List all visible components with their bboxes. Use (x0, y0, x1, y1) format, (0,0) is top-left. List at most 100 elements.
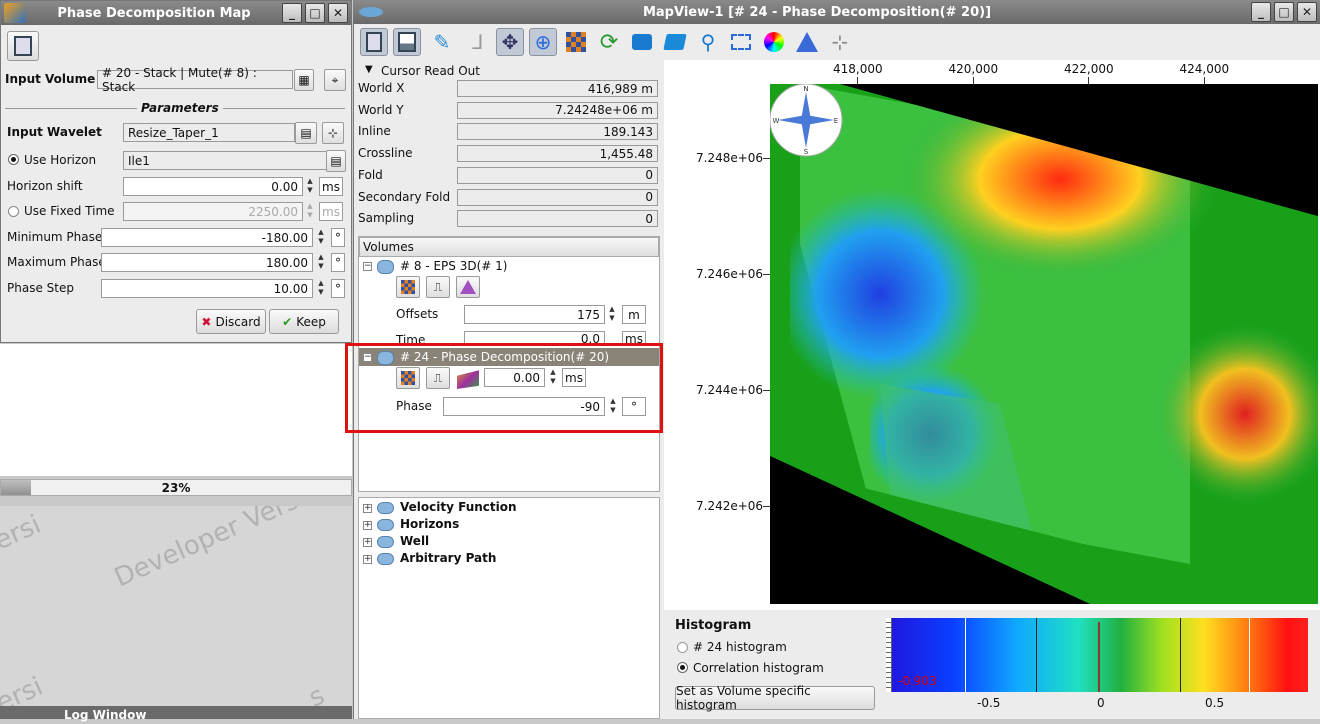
fixed-time-spinner[interactable]: ▲ ▼ (304, 202, 316, 221)
fixed-time-input[interactable]: 2250.00 (123, 202, 303, 221)
max-phase-spinner[interactable]: ▲ ▼ (315, 253, 327, 272)
tree-item-label[interactable]: Horizons (400, 517, 459, 531)
pencil-icon[interactable]: ✎ (428, 28, 456, 56)
crosshair-icon[interactable]: ⊕ (529, 28, 557, 56)
color-wheel-icon[interactable] (760, 28, 788, 56)
volume-pick-icon[interactable]: ⌖ (324, 69, 346, 91)
tree-expand-icon[interactable]: + (363, 521, 372, 530)
histogram-option1-radio[interactable] (677, 642, 688, 653)
x-tick-mark (857, 77, 858, 84)
horizon-shift-input[interactable]: 0.00 (123, 177, 303, 196)
keep-icon: ✔ (282, 314, 293, 329)
use-horizon-radio[interactable] (8, 154, 19, 165)
fixed-time-unit: ms (319, 202, 343, 221)
vol1-spectrum-icon[interactable] (456, 276, 480, 298)
vol1-collapse-icon[interactable]: − (363, 262, 372, 271)
maximize-icon[interactable]: □ (305, 3, 325, 23)
readout-label: Secondary Fold (358, 189, 451, 204)
selection-icon[interactable] (727, 28, 755, 56)
collapse-arrow-icon[interactable]: ▼ (365, 64, 373, 75)
wavelet-browse-icon[interactable]: ▤ (295, 122, 317, 144)
readout-value: 0 (457, 210, 658, 228)
mapview-maximize-icon[interactable]: □ (1274, 2, 1294, 22)
use-horizon-select[interactable]: Ile1 (123, 151, 327, 170)
box-icon[interactable] (661, 28, 689, 56)
log-window-titlebar[interactable]: Log Window (0, 706, 352, 722)
histogram-option2-radio[interactable] (677, 662, 688, 673)
tree-item-label[interactable]: Well (400, 534, 429, 548)
mapview-logo-icon (359, 7, 383, 17)
volume-browse-icon[interactable]: ▦ (294, 69, 314, 91)
tree-expand-icon[interactable]: + (363, 555, 372, 564)
color-grid-icon[interactable] (562, 28, 590, 56)
close-icon[interactable]: ✕ (328, 3, 348, 23)
minimize-icon[interactable]: _ (282, 3, 302, 23)
x-tick-mark (1088, 77, 1089, 84)
pan-tool-icon[interactable]: ✥ (496, 28, 524, 56)
phase-step-spinner[interactable]: ▲ ▼ (315, 279, 327, 298)
offsets-spinner[interactable]: ▲ ▼ (606, 305, 618, 324)
horizon-shift-spinner[interactable]: ▲ ▼ (304, 177, 316, 196)
x-tick-mark (972, 77, 974, 84)
tree-toggle-icon[interactable] (360, 28, 388, 56)
max-phase-input[interactable]: 180.00 (101, 253, 313, 272)
select-input-button[interactable] (7, 31, 39, 61)
tree-item-icon (377, 502, 394, 514)
keep-button[interactable]: ✔ Keep (269, 309, 339, 334)
camera-icon[interactable] (628, 28, 656, 56)
mapview-minimize-icon[interactable]: _ (1251, 2, 1271, 22)
y-tick-mark (763, 390, 770, 391)
parameters-header: Parameters (137, 101, 223, 115)
map-svg: N E S W (770, 84, 1318, 604)
phase-step-input[interactable]: 10.00 (101, 279, 313, 298)
vol1-label: # 8 - EPS 3D(# 1) (400, 259, 508, 273)
histogram-peak (1098, 622, 1100, 692)
zoom-icon[interactable]: ⚲ (694, 28, 722, 56)
y-tick-label: 7.246e+06 (696, 267, 764, 281)
readout-value: 189.143 (457, 123, 658, 141)
grid-crosshair-icon[interactable]: ⊹ (826, 28, 854, 56)
tree-expand-icon[interactable]: + (363, 538, 372, 547)
histogram-option1-label: # 24 histogram (693, 640, 787, 654)
histogram-divider (965, 618, 966, 692)
readout-value: 7.24248e+06 m (457, 101, 658, 119)
x-tick-label: 420,000 (948, 62, 999, 76)
tree-expand-icon[interactable]: + (363, 504, 372, 513)
mapview-close-icon[interactable]: ✕ (1297, 2, 1317, 22)
readout-label: Inline (358, 124, 391, 139)
phase-decomp-titlebar[interactable]: Phase Decomposition Map _ □ ✕ (1, 1, 351, 25)
histogram-tick-label: 0.5 (1205, 696, 1225, 710)
horizon-browse-icon[interactable]: ▤ (326, 150, 346, 172)
refresh-icon[interactable]: ⟳ (595, 28, 623, 56)
readout-label: World X (358, 81, 405, 95)
min-phase-spinner[interactable]: ▲ ▼ (315, 228, 327, 247)
readout-value: 0 (457, 166, 658, 184)
readout-label: Crossline (358, 146, 413, 161)
tree-item-label[interactable]: Arbitrary Path (400, 551, 496, 565)
use-fixed-time-radio[interactable] (8, 206, 19, 217)
x-tick-label: 422,000 (1064, 62, 1114, 76)
offsets-input[interactable]: 175 (464, 305, 605, 324)
watermark-text: Developer Version (110, 506, 340, 594)
mapview-titlebar[interactable]: MapView-1 [# 24 - Phase Decomposition(# … (353, 0, 1320, 24)
progress-bar: 23% (0, 479, 352, 496)
set-volume-histogram-button[interactable]: Set as Volume specific histogram (675, 684, 875, 712)
vol1-wiggle-icon[interactable]: ⎍ (426, 276, 450, 298)
panel-toggle-icon[interactable] (393, 28, 421, 56)
vol1-eye-icon[interactable] (377, 260, 394, 274)
highlight-box (345, 343, 663, 433)
spectrum-icon[interactable] (793, 28, 821, 56)
histogram-divider (1249, 618, 1250, 692)
tree-item-label[interactable]: Velocity Function (400, 500, 517, 514)
discard-button[interactable]: ✖ Discard (196, 309, 266, 334)
discard-label: Discard (215, 314, 261, 329)
offsets-unit: m (622, 305, 646, 324)
wavelet-view-icon[interactable]: ⊹ (322, 122, 344, 144)
vol1-colortable-icon[interactable] (396, 276, 420, 298)
input-wavelet-select[interactable]: Resize_Taper_1 (123, 123, 295, 142)
watermark-fragment-bottom: ersi (0, 671, 48, 706)
min-phase-input[interactable]: -180.00 (101, 228, 313, 247)
axis-tool-icon[interactable]: ⅃ (464, 28, 492, 56)
input-volume-field[interactable]: # 20 - Stack | Mute(# 8) : Stack (97, 66, 293, 94)
volumes-header: Volumes (359, 237, 659, 257)
